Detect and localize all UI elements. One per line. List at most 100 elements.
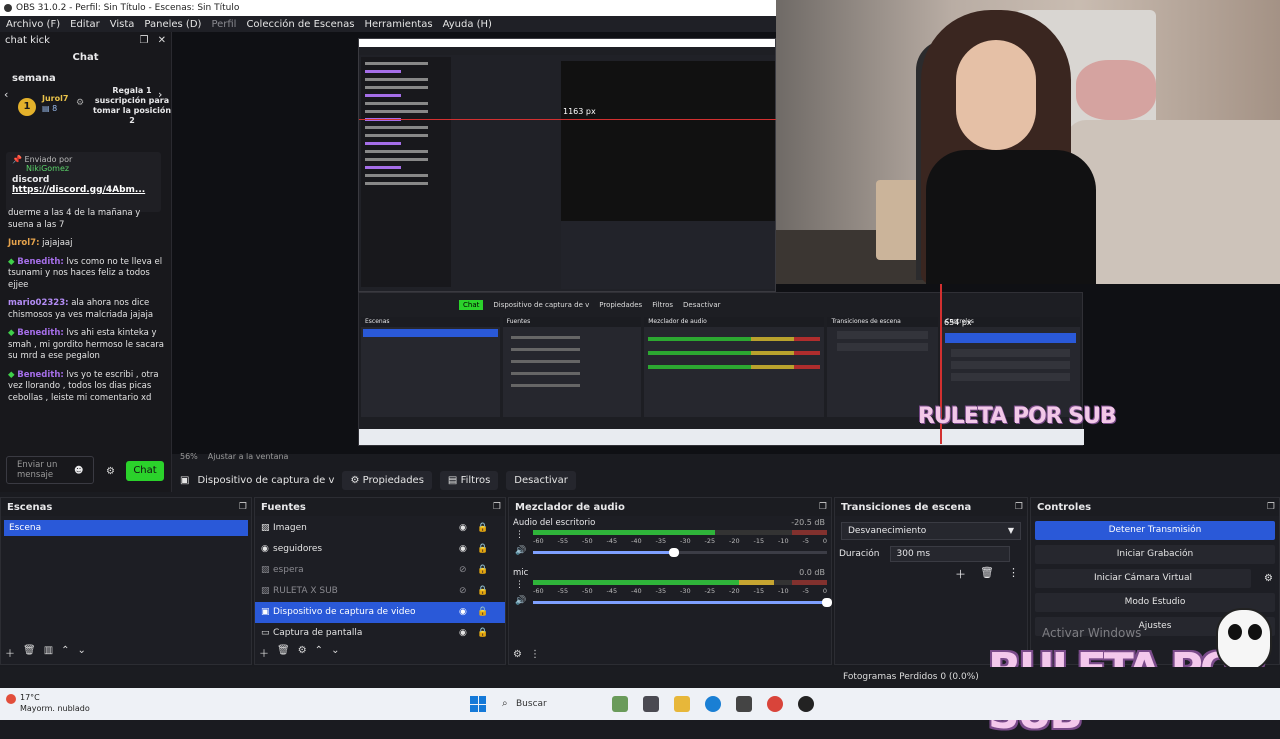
stop-stream-button[interactable]: Detener Transmisión [1035, 521, 1275, 540]
file-explorer-icon[interactable] [674, 696, 690, 712]
transition-select[interactable]: Desvanecimiento ▼ [841, 522, 1021, 540]
chat-username[interactable]: Benedith: [17, 328, 64, 338]
menu-vista[interactable]: Vista [110, 19, 135, 30]
gear-icon[interactable]: ⚙ [513, 649, 522, 660]
weather-widget[interactable]: 17°C Mayorm. nublado [20, 692, 90, 714]
more-icon[interactable]: ⋮ [515, 580, 524, 590]
eye-hidden-icon[interactable]: ⊘ [459, 581, 467, 602]
speaker-icon[interactable]: 🔊 [515, 596, 526, 606]
zoom-level[interactable]: 56% [180, 452, 198, 464]
chat-username[interactable]: Benedith: [17, 257, 64, 267]
scene-item[interactable]: Escena [4, 520, 248, 536]
pinned-user: NikiGomez [26, 164, 70, 173]
chat-username[interactable]: mario02323: [8, 298, 69, 308]
menu-editar[interactable]: Editar [70, 19, 100, 30]
eye-icon[interactable]: ◉ [459, 623, 467, 644]
add-icon[interactable]: ＋ [259, 645, 269, 660]
chat-dock-title: chat kick [5, 34, 50, 46]
chat-message: Jurol7: jajajaaj [8, 238, 166, 250]
emoji-icon[interactable]: ☻ [74, 466, 83, 476]
deactivate-button[interactable]: Desactivar [506, 470, 576, 490]
more-icon[interactable]: ⋮ [1008, 566, 1019, 582]
lock-icon[interactable]: 🔒 [477, 560, 488, 581]
send-chat-button[interactable]: Chat [126, 461, 164, 481]
taskbar-search[interactable]: ⌕ Buscar [498, 693, 598, 715]
fit-window[interactable]: Ajustar a la ventana [208, 452, 289, 464]
ruleta-overlay-small: RULETA POR SUB [918, 404, 1117, 429]
pinned-link[interactable]: https://discord.gg/4Abm... [12, 185, 155, 195]
move-down-icon[interactable]: ⌄ [331, 645, 339, 660]
start-virtual-cam-button[interactable]: Iniciar Cámara Virtual ⚙ [1035, 569, 1273, 588]
source-item[interactable]: ▣ Dispositivo de captura de video ◉ 🔒 [255, 602, 505, 623]
menu-coleccion[interactable]: Colección de Escenas [246, 19, 354, 30]
float-dock-icon[interactable]: ❐ [493, 502, 501, 512]
chat-username[interactable]: Benedith: [17, 370, 64, 380]
edge-icon[interactable] [705, 696, 721, 712]
lock-icon[interactable]: 🔒 [477, 623, 488, 644]
filters-button[interactable]: ▤ Filtros [439, 470, 499, 490]
start-recording-button[interactable]: Iniciar Grabación [1035, 545, 1275, 564]
eye-icon[interactable]: ◉ [459, 602, 467, 623]
volume-slider[interactable] [533, 548, 827, 557]
source-item[interactable]: ▨ Imagen ◉ 🔒 [255, 518, 505, 539]
float-dock-icon[interactable]: ❐ [1015, 502, 1023, 512]
add-icon[interactable]: ＋ [5, 645, 15, 660]
filter-icon[interactable]: ▥ [44, 645, 53, 660]
close-dock-icon[interactable]: ✕ [158, 35, 166, 46]
db-tick: -55 [557, 537, 569, 545]
lock-icon[interactable]: 🔒 [477, 581, 488, 602]
float-dock-icon[interactable]: ❐ [1267, 502, 1275, 512]
widget-app-icon[interactable] [612, 696, 628, 712]
image-icon: ▨ [261, 586, 270, 596]
float-dock-icon[interactable]: ❐ [139, 35, 148, 46]
chevron-left-icon[interactable]: ‹ [4, 88, 8, 101]
trash-icon[interactable]: 🗑 [277, 645, 290, 660]
chat-settings-icon[interactable]: ⚙ [106, 466, 115, 477]
move-up-icon[interactable]: ⌃ [315, 645, 323, 660]
pinned-word: discord [12, 175, 50, 185]
float-dock-icon[interactable]: ❐ [239, 502, 247, 512]
chevron-right-icon[interactable]: › [158, 88, 162, 101]
menu-archivo[interactable]: Archivo (F) [6, 19, 60, 30]
source-item[interactable]: ▭ Captura de pantalla ◉ 🔒 [255, 623, 505, 644]
volume-slider[interactable] [533, 598, 832, 607]
float-dock-icon[interactable]: ❐ [819, 502, 827, 512]
lock-icon[interactable]: 🔒 [477, 602, 488, 623]
move-up-icon[interactable]: ⌃ [61, 645, 69, 660]
eye-hidden-icon[interactable]: ⊘ [459, 560, 467, 581]
eye-icon[interactable]: ◉ [459, 518, 467, 539]
image-icon: ▨ [261, 565, 270, 575]
duration-input[interactable]: 300 ms [889, 546, 1010, 562]
properties-button[interactable]: ⚙ Propiedades [342, 470, 432, 490]
lock-icon[interactable]: 🔒 [477, 518, 488, 539]
menu-paneles[interactable]: Paneles (D) [144, 19, 201, 30]
db-tick: -45 [606, 587, 618, 595]
chat-text: jajajaaj [39, 238, 73, 248]
gear-icon[interactable]: ⚙ [1264, 569, 1273, 588]
move-down-icon[interactable]: ⌄ [78, 645, 86, 660]
menu-herramientas[interactable]: Herramientas [364, 19, 432, 30]
task-view-icon[interactable] [643, 696, 659, 712]
trash-icon[interactable]: 🗑 [23, 645, 36, 660]
db-scale: -60 -55 -50 -45 -40 -35 -30 -25 -20 -15 -10 -5 0 [533, 587, 827, 595]
source-item[interactable]: ▨ espera ⊘ 🔒 [255, 560, 505, 581]
speaker-icon[interactable]: 🔊 [515, 546, 526, 556]
more-icon[interactable]: ⋮ [530, 649, 540, 660]
chrome-icon[interactable] [767, 696, 783, 712]
windows-start-icon[interactable] [470, 696, 486, 712]
gear-icon[interactable]: ⚙ [298, 645, 307, 660]
eye-icon[interactable]: ◉ [459, 539, 467, 560]
add-icon[interactable]: ＋ [955, 566, 966, 582]
channel-name: mic [513, 568, 529, 578]
obs-taskbar-icon[interactable] [798, 696, 814, 712]
capture-tool-icon[interactable] [736, 696, 752, 712]
more-icon[interactable]: ⋮ [515, 530, 524, 540]
menu-perfil[interactable]: Perfil [211, 19, 236, 30]
chat-username[interactable]: Jurol7: [8, 238, 39, 248]
source-item[interactable]: ▨ RULETA X SUB ⊘ 🔒 [255, 581, 505, 602]
trash-icon[interactable]: 🗑 [980, 566, 994, 582]
activate-windows-watermark: Activar Windows [1042, 626, 1142, 640]
source-item[interactable]: ◉ seguidores ◉ 🔒 [255, 539, 505, 560]
lock-icon[interactable]: 🔒 [477, 539, 488, 560]
menu-ayuda[interactable]: Ayuda (H) [443, 19, 492, 30]
